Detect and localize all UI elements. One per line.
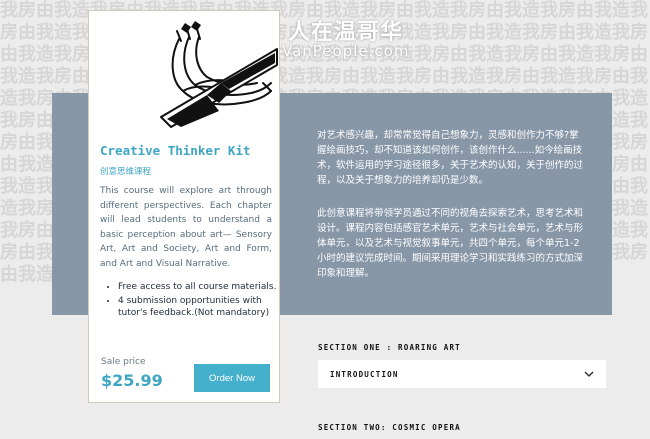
accordion-title: INTRODUCTION [330, 369, 399, 379]
price: $25.99 [101, 371, 163, 390]
banana-tape-illustration-icon [160, 21, 278, 128]
product-card: Creative Thinker Kit 创意思维课程 This course … [88, 10, 280, 403]
card-description: This course will explore art through dif… [100, 186, 272, 269]
accordion-introduction[interactable]: INTRODUCTION [318, 360, 606, 388]
feature-item: Free access to all course materials. [118, 281, 290, 294]
chevron-down-icon [584, 371, 594, 377]
panel-text: 对艺术感兴趣，却常常觉得自己想象力，灵感和创作力不够?掌握绘画技巧，却不知道该如… [317, 128, 587, 299]
section-one-label: SECTION ONE : ROARING ART [318, 343, 461, 352]
feature-list: Free access to all course materials. 4 s… [100, 281, 290, 321]
panel-paragraph-1: 对艺术感兴趣，却常常觉得自己想象力，灵感和创作力不够?掌握绘画技巧，却不知道该如… [317, 130, 584, 186]
watermark: 人在温哥华 VanPeople.com [262, 14, 412, 64]
sale-price-label: Sale price [101, 357, 146, 367]
panel-paragraph-2: 此创意课程将带领学员通过不同的视角去探索艺术，思考艺术和设计。课程内容包括感官艺… [317, 208, 584, 279]
card-subtitle: 创意思维课程 [100, 167, 152, 177]
feature-item: 4 submission opportunities with tutor's … [118, 295, 290, 320]
section-two-label: SECTION TWO: COSMIC OPERA [318, 423, 461, 432]
watermark-url: VanPeople.com [282, 42, 410, 60]
order-now-button[interactable]: Order Now [194, 364, 270, 392]
card-title: Creative Thinker Kit [100, 143, 251, 158]
